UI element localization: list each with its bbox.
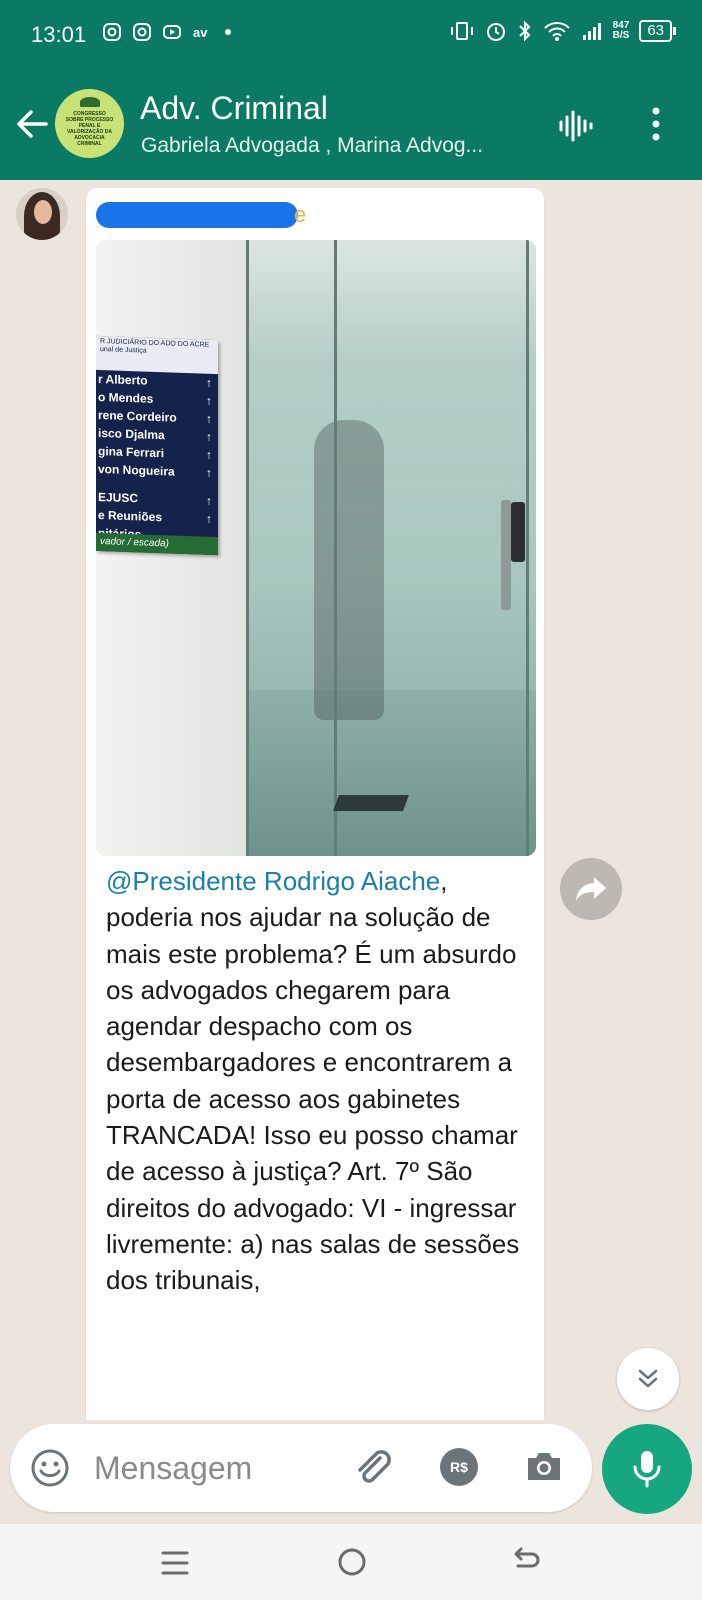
status-time: 13:01	[31, 22, 87, 47]
chat-title[interactable]: Adv. Criminal	[140, 90, 328, 127]
camera-icon[interactable]	[524, 1446, 564, 1486]
sender-name-redacted[interactable]	[96, 202, 298, 228]
sign-header: R JUDICIÁRIO DO ADO DO ACRE unal de Just…	[96, 335, 218, 375]
more-options-icon[interactable]	[650, 106, 662, 142]
sign-row-label: r Alberto	[98, 371, 148, 388]
group-avatar[interactable]: CONGRESSO SOBRE PROCESSO PENAL E VALORIZ…	[55, 89, 124, 158]
forward-icon	[576, 877, 606, 901]
system-icons: 847 B/S 63	[449, 20, 676, 42]
emoji-icon[interactable]	[30, 1448, 70, 1488]
message-photo[interactable]: R JUDICIÁRIO DO ADO DO ACRE unal de Just…	[96, 240, 536, 856]
sender-name-tail: e	[294, 202, 307, 227]
chat-header: CONGRESSO SOBRE PROCESSO PENAL E VALORIZ…	[0, 72, 702, 180]
microphone-icon	[633, 1451, 661, 1488]
notification-icons: av	[102, 22, 234, 42]
network-speed-unit: B/S	[612, 30, 630, 41]
back-icon[interactable]	[510, 1546, 542, 1578]
voice-record-button[interactable]	[602, 1424, 692, 1514]
wifi-icon	[543, 22, 570, 41]
voice-chat-icon[interactable]	[558, 110, 594, 142]
message-input-container[interactable]: Mensagem R$	[10, 1424, 592, 1512]
message-bubble[interactable]: e R JUDICIÁRIO DO ADO DO ACRE unal de Ju…	[86, 188, 544, 1420]
status-bar: 13:01 av 847 B/S 63	[0, 0, 702, 72]
vibrate-icon	[450, 22, 473, 40]
message-mention[interactable]: @Presidente Rodrigo Aiache	[106, 866, 440, 896]
message-body: , poderia nos ajudar na solução de mais …	[106, 866, 520, 1296]
sign-row-label: von Nogueira	[98, 461, 175, 479]
bluetooth-icon	[518, 20, 531, 42]
compose-bar: Mensagem R$	[0, 1420, 702, 1524]
attach-icon[interactable]	[350, 1444, 394, 1488]
recent-apps-icon[interactable]	[160, 1548, 190, 1578]
app-icon: av	[193, 25, 208, 40]
youtube-icon	[163, 25, 181, 39]
sign-row-label: e Reuniões	[98, 507, 163, 525]
directory-sign: R JUDICIÁRIO DO ADO DO ACRE unal de Just…	[96, 335, 218, 556]
back-arrow-icon[interactable]	[14, 106, 50, 142]
chat-area[interactable]: e R JUDICIÁRIO DO ADO DO ACRE unal de Ju…	[0, 180, 702, 1420]
message-text: @Presidente Rodrigo Aiache, poderia nos …	[106, 863, 536, 1299]
battery-indicator: 63	[639, 20, 676, 42]
payment-button[interactable]: R$	[440, 1448, 478, 1486]
sign-row-label: isco Djalma	[98, 425, 165, 443]
instagram-icon	[103, 23, 121, 41]
svg-text:av: av	[193, 25, 208, 40]
network-speed: 847 B/S	[613, 21, 630, 41]
avatar-logo-text: CONGRESSO SOBRE PROCESSO PENAL E VALORIZ…	[65, 111, 114, 147]
scroll-to-bottom-button[interactable]	[617, 1348, 679, 1410]
sign-row-label: EJUSC	[98, 489, 139, 506]
double-chevron-down-icon	[638, 1369, 658, 1388]
signal-icon	[582, 23, 601, 40]
forward-button[interactable]	[560, 858, 622, 920]
message-input[interactable]: Mensagem	[94, 1450, 252, 1487]
home-icon[interactable]	[336, 1546, 368, 1578]
chat-participants[interactable]: Gabriela Advogada , Marina Advog...	[141, 134, 531, 158]
sign-row-label: o Mendes	[98, 389, 154, 406]
sign-row-label: gina Ferrari	[98, 443, 165, 461]
sender-avatar[interactable]	[16, 188, 68, 240]
dot-icon	[225, 29, 231, 35]
alarm-icon	[486, 23, 505, 41]
system-nav-bar	[0, 1524, 702, 1600]
instagram-icon	[133, 23, 151, 41]
logo-tree-icon	[80, 97, 100, 107]
